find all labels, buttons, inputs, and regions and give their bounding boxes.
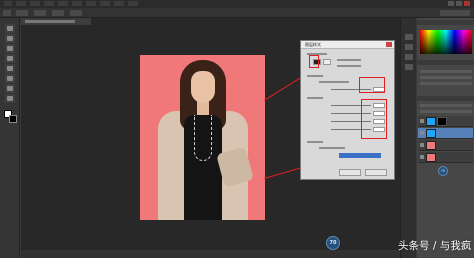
menu-item[interactable] [4, 1, 12, 6]
status-bar [21, 250, 400, 258]
watermark: 头条号 / 与我疯 [398, 240, 472, 252]
photo-necklace [194, 115, 212, 161]
menu-item[interactable] [128, 1, 138, 6]
maximize-icon[interactable] [456, 1, 462, 6]
color-spectrum[interactable] [420, 30, 472, 54]
logo-badge: 70 [438, 166, 448, 176]
move-icon[interactable] [5, 24, 15, 33]
color-panel-tabs[interactable] [417, 20, 474, 25]
layer-options-row[interactable] [420, 110, 472, 113]
eye-icon[interactable] [420, 131, 424, 135]
blend-swatch[interactable] [323, 59, 331, 65]
layer-thumbnail [426, 153, 436, 162]
logo-badge: 70 [326, 236, 340, 250]
lasso-icon[interactable] [5, 44, 15, 53]
option-icon[interactable] [70, 10, 82, 16]
menu-item[interactable] [100, 1, 110, 6]
tool-preset-icon[interactable] [3, 10, 11, 16]
layer-filter-row[interactable] [420, 104, 472, 107]
layer-mask-thumbnail [437, 117, 447, 126]
checkbox-row[interactable] [337, 65, 361, 67]
layer-thumbnail [426, 141, 436, 150]
character-icon[interactable] [405, 64, 413, 70]
options-bar [0, 8, 474, 18]
adjustments-panel-tabs[interactable] [417, 60, 474, 65]
checkbox-row[interactable] [337, 59, 361, 61]
layer-row[interactable] [418, 140, 473, 151]
layers-panel-tabs[interactable] [417, 96, 474, 101]
adjustment-icons[interactable] [420, 70, 472, 73]
marquee-icon[interactable] [5, 34, 15, 43]
dialog-section-label [307, 75, 323, 77]
highlight-box [361, 99, 387, 139]
menu-item[interactable] [16, 1, 26, 6]
menu-item[interactable] [44, 1, 54, 6]
close-window-icon[interactable] [464, 1, 470, 6]
adjustment-icons[interactable] [420, 82, 472, 85]
menu-bar [0, 0, 474, 8]
blend-mode-select[interactable] [339, 153, 381, 158]
option-icon[interactable] [52, 10, 64, 16]
workspace-select[interactable] [440, 10, 470, 16]
close-icon[interactable] [386, 42, 392, 47]
history-icon[interactable] [405, 34, 413, 40]
option-icon[interactable] [16, 10, 28, 16]
photo-canvas[interactable] [140, 55, 265, 220]
eye-icon[interactable] [420, 119, 424, 123]
photo-face [191, 71, 215, 103]
healing-icon[interactable] [5, 84, 15, 93]
checkbox-row[interactable] [319, 147, 345, 149]
option-icon[interactable] [34, 10, 46, 16]
background-color-swatch[interactable] [9, 115, 17, 123]
panel-icon-column [400, 18, 416, 258]
photo-neck [197, 101, 209, 115]
adjustment-icons[interactable] [420, 76, 472, 79]
dialog-titlebar: 图层样式 [301, 41, 394, 49]
highlight-box [359, 77, 385, 93]
dialog-section-label [307, 97, 323, 99]
layer-style-dialog: 图层样式 [300, 40, 395, 180]
menu-item[interactable] [30, 1, 40, 6]
menu-item[interactable] [114, 1, 124, 6]
quick-select-icon[interactable] [5, 54, 15, 63]
eye-icon[interactable] [420, 155, 424, 159]
minimize-icon[interactable] [448, 1, 454, 6]
highlight-box [309, 55, 319, 68]
menu-item[interactable] [72, 1, 82, 6]
layer-row[interactable] [418, 116, 473, 127]
layer-thumbnail [426, 129, 436, 138]
dialog-title: 图层样式 [305, 42, 321, 47]
cancel-button[interactable] [365, 169, 387, 176]
dialog-section-label [307, 141, 323, 143]
layer-row[interactable] [418, 128, 473, 139]
eyedropper-icon[interactable] [5, 74, 15, 83]
layer-row[interactable] [418, 152, 473, 163]
toolbox [0, 18, 20, 258]
crop-icon[interactable] [5, 64, 15, 73]
eye-icon[interactable] [420, 143, 424, 147]
properties-icon[interactable] [405, 44, 413, 50]
ok-button[interactable] [339, 169, 361, 176]
document-tab[interactable] [21, 18, 91, 25]
layer-thumbnail [426, 117, 436, 126]
brush-icon[interactable] [5, 94, 15, 103]
menu-item[interactable] [58, 1, 68, 6]
checkbox-row[interactable] [319, 81, 349, 83]
brush-panel-icon[interactable] [405, 54, 413, 60]
menu-item[interactable] [86, 1, 96, 6]
